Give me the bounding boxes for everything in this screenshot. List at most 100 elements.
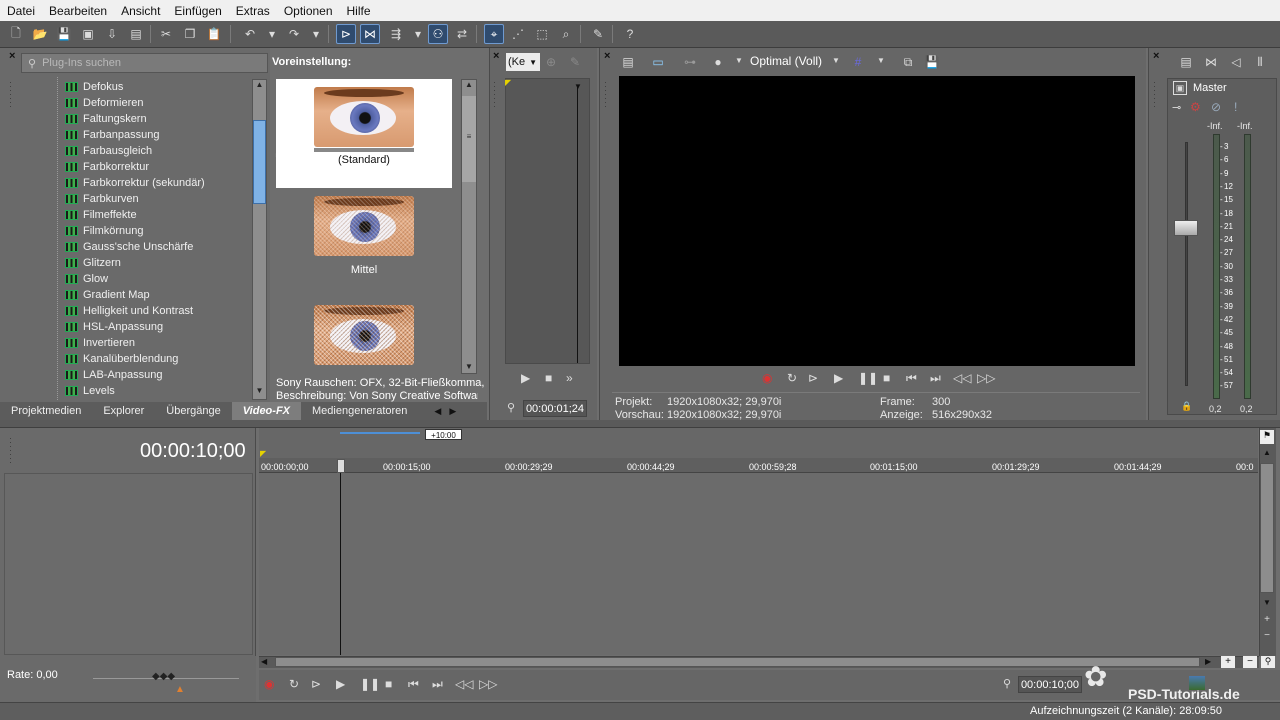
loop-region-bar[interactable] (340, 432, 420, 434)
stop-icon[interactable]: ■ (883, 371, 890, 385)
thumbnail-icon[interactable] (1189, 676, 1205, 690)
menu-extras[interactable]: Extras (229, 4, 277, 18)
close-trimmer-icon[interactable]: × (493, 50, 499, 62)
go-to-end-icon[interactable]: ⏭ (930, 371, 941, 386)
trimmer-grip-icon[interactable]: · · · · · · · (493, 78, 496, 111)
external-monitor-icon[interactable]: ▭ (648, 52, 668, 72)
save-snapshot-icon[interactable]: 💾 (922, 52, 942, 72)
plugin-tree-item[interactable]: Defokus (65, 79, 123, 95)
solo-icon[interactable]: ! (1234, 100, 1237, 114)
timeline-go-to-start-icon[interactable]: ⏮ (408, 677, 419, 692)
scroll-down-icon[interactable]: ▼ (253, 386, 266, 400)
menu-ansicht[interactable]: Ansicht (114, 4, 167, 18)
play-from-start-icon[interactable]: ⊳ (808, 371, 818, 385)
ripple-dropdown-icon[interactable]: ▾ (408, 24, 428, 44)
timeline-play-icon[interactable]: ▶ (336, 677, 345, 691)
lock-icon[interactable]: 🔒 (1181, 401, 1192, 412)
tabs-scroll-left-icon[interactable]: ◀ (434, 406, 441, 417)
hscroll-left-icon[interactable]: ◀ (261, 657, 267, 666)
close-preview-icon[interactable]: × (604, 50, 610, 62)
preset-thumbnail-standard[interactable] (314, 87, 414, 147)
record-icon[interactable]: ◉ (762, 371, 772, 385)
open-folder-icon[interactable]: 📂 (30, 24, 50, 44)
go-to-start-icon[interactable]: ⏮ (906, 371, 917, 386)
rate-slider-handle-icon[interactable]: ◆◆◆ (152, 671, 175, 682)
preset-scroll-up-icon[interactable]: ▲ (462, 80, 476, 89)
trimmer-play-icon[interactable]: ▶ (521, 371, 530, 385)
zoom-out-horizontal-icon[interactable]: − (1243, 656, 1257, 668)
lock-envelopes-icon[interactable]: ⚇ (428, 24, 448, 44)
plugin-tree-item[interactable]: LAB-Anpassung (65, 367, 163, 383)
plugin-tree-item[interactable]: Helligkeit und Kontrast (65, 303, 193, 319)
plugin-tree-item[interactable]: Kanalüberblendung (65, 351, 178, 367)
whats-this-help-icon[interactable]: ? (620, 24, 640, 44)
panel-grip-icon[interactable]: · · · · · · · (9, 78, 12, 111)
grid-dropdown-icon[interactable]: ▼ (877, 56, 885, 65)
undo-dropdown-icon[interactable]: ▾ (262, 24, 282, 44)
zoom-out-vertical-icon[interactable]: − (1260, 630, 1274, 641)
preview-grip-icon[interactable]: · · · · · · · (604, 78, 607, 111)
plugin-tree-item[interactable]: Farbkorrektur (sekundär) (65, 175, 205, 191)
timeline-loop-icon[interactable]: ↻ (289, 677, 299, 691)
plugin-tree-item[interactable]: Glow (65, 271, 108, 287)
trimmer-dropdown[interactable]: (Ke ▼ (506, 53, 540, 71)
play-icon[interactable]: ▶ (834, 371, 843, 385)
mixer-grip-icon[interactable]: · · · · · · · (1153, 78, 1156, 111)
preview-properties-icon[interactable]: ▤ (618, 52, 638, 72)
plugin-tree-item[interactable]: Deformieren (65, 95, 144, 111)
timeline-tracks-area[interactable] (259, 473, 1258, 655)
preset-thumbnail-mittel[interactable] (314, 196, 414, 256)
save-as-icon[interactable]: ▣ (78, 24, 98, 44)
plugin-tree-item[interactable]: Farbkurven (65, 191, 139, 207)
timeline-stop-icon[interactable]: ■ (385, 677, 392, 691)
trimmer-more-icon[interactable]: » (566, 371, 573, 385)
loop-icon[interactable]: ↻ (787, 371, 797, 385)
trimmer-add-icon[interactable]: ⊕ (546, 55, 556, 69)
timeline-play-from-start-icon[interactable]: ⊳ (311, 677, 321, 691)
redo-icon[interactable]: ↷ (284, 24, 304, 44)
hscroll-right-icon[interactable]: ▶ (1205, 657, 1211, 666)
paste-icon[interactable]: 📋 (204, 24, 224, 44)
master-fader-handle[interactable] (1174, 220, 1198, 236)
overlays-dropdown-icon[interactable]: ▼ (735, 56, 743, 65)
ignore-grouping-icon[interactable]: ⇄ (452, 24, 472, 44)
cut-icon[interactable]: ✂ (156, 24, 176, 44)
trimmer-stop-icon[interactable]: ■ (545, 371, 552, 385)
menu-bearbeiten[interactable]: Bearbeiten (42, 4, 114, 18)
overlays-icon[interactable]: ● (708, 52, 728, 72)
undo-icon[interactable]: ↶ (240, 24, 260, 44)
preview-quality[interactable]: Optimal (Voll) (750, 54, 822, 68)
plugin-tree-item[interactable]: Farbausgleich (65, 143, 152, 159)
trimmer-clear-icon[interactable]: ✎ (570, 55, 580, 69)
redo-dropdown-icon[interactable]: ▾ (306, 24, 326, 44)
menu-datei[interactable]: Datei (0, 4, 42, 18)
burn-disc-icon[interactable]: ✎ (588, 24, 608, 44)
copy-snapshot-icon[interactable]: ⧉ (898, 52, 918, 72)
envelope-tool-icon[interactable]: ⋰ (508, 24, 528, 44)
zoom-tool-icon[interactable]: ⌕ (556, 24, 576, 44)
pause-icon[interactable]: ❚❚ (858, 371, 878, 385)
preset-thumbnail-3[interactable] (314, 305, 414, 365)
tab-uebergaenge[interactable]: Übergänge (155, 402, 231, 420)
quality-dropdown-icon[interactable]: ▼ (832, 56, 840, 65)
tab-mediengeneratoren[interactable]: Mediengeneratoren (301, 402, 418, 420)
tab-explorer[interactable]: Explorer (92, 402, 155, 420)
vscroll-up-icon[interactable]: ▲ (1260, 448, 1274, 457)
meter-options-icon[interactable]: ⦀ (1250, 52, 1270, 72)
normal-edit-tool-icon[interactable]: ⌖ (484, 24, 504, 44)
plugin-tree-scroll-thumb[interactable] (253, 120, 266, 204)
menu-einfuegen[interactable]: Einfügen (167, 4, 228, 18)
vscroll-thumb[interactable] (1260, 463, 1274, 593)
plugin-tree-item[interactable]: Filmeffekte (65, 207, 137, 223)
timeline-pause-icon[interactable]: ❚❚ (360, 677, 380, 691)
render-icon[interactable]: ⇩ (102, 24, 122, 44)
automation-icon[interactable]: ⊸ (1172, 101, 1181, 114)
mute-icon[interactable]: ⊘ (1211, 100, 1221, 114)
plugin-tree-item[interactable]: Invertieren (65, 335, 135, 351)
timeline-prev-frame-icon[interactable]: ◁◁ (455, 677, 473, 691)
plugin-tree-item[interactable]: HSL-Anpassung (65, 319, 163, 335)
timeline-grip-icon[interactable]: · · · · · · · (9, 434, 12, 467)
plugin-tree-item[interactable]: Levels (65, 383, 115, 399)
enable-snapping-icon[interactable]: ⊳ (336, 24, 356, 44)
tabs-scroll-right-icon[interactable]: ▶ (449, 406, 456, 417)
